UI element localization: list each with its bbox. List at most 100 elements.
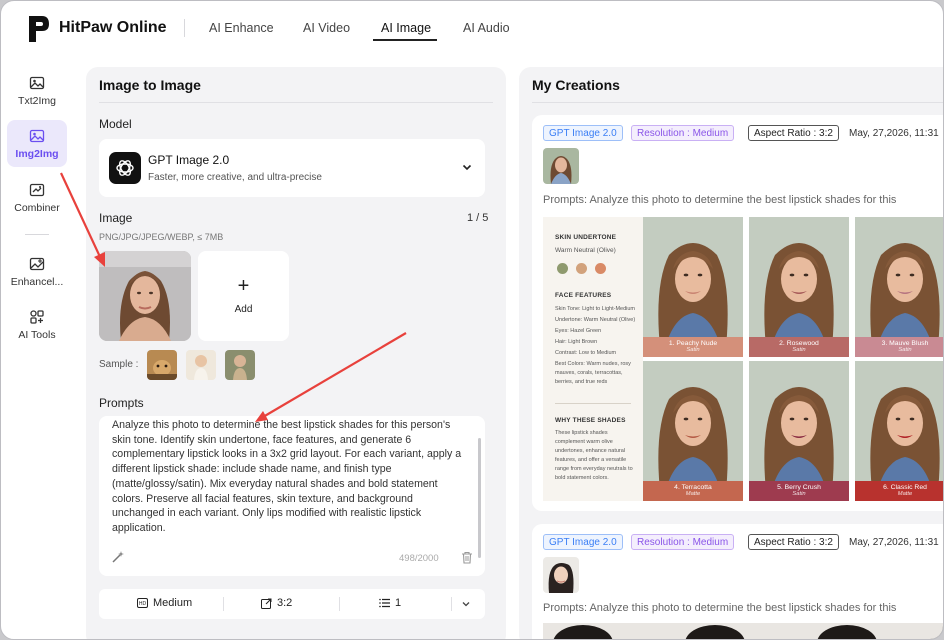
feature-line: Eyes: Hazel Green xyxy=(555,328,602,334)
aspect-ratio-selector[interactable]: 3:2 xyxy=(261,597,292,609)
source-thumbnail[interactable] xyxy=(543,557,579,593)
magic-wand-icon[interactable] xyxy=(111,550,125,564)
rail-item-ai-tools[interactable]: AI Tools xyxy=(7,309,67,349)
settings-divider xyxy=(339,597,340,611)
model-tag: GPT Image 2.0 xyxy=(543,125,623,141)
shade-name: 6. Classic Red xyxy=(883,484,927,491)
panel-title: Image to Image xyxy=(99,77,201,93)
nav-tab-ai-enhance[interactable]: AI Enhance xyxy=(209,21,274,35)
generated-result-image[interactable]: SKIN UNDERTONE Warm Neutral (Olive) FACE… xyxy=(543,217,943,501)
shade-finish: Satin xyxy=(792,491,806,497)
model-tag: GPT Image 2.0 xyxy=(543,534,623,550)
shade-name: 1. Peachy Nude xyxy=(668,340,718,347)
prompt-textarea[interactable]: Analyze this photo to determine the best… xyxy=(99,416,485,576)
aspect-ratio-tag: Aspect Ratio : 3:2 xyxy=(748,534,839,550)
info-divider xyxy=(555,403,631,404)
enhance-icon xyxy=(29,257,45,271)
source-thumbnail[interactable] xyxy=(543,148,579,184)
sample-image[interactable] xyxy=(147,350,177,380)
nav-tab-ai-image[interactable]: AI Image xyxy=(381,21,431,35)
settings-divider xyxy=(451,597,452,611)
openai-icon xyxy=(109,152,141,184)
portrait-image xyxy=(643,217,743,357)
shade-label: 1. Peachy Nude Satin xyxy=(643,337,743,357)
creations-title: My Creations xyxy=(532,77,620,93)
shade-label: 2. Rosewood Satin xyxy=(749,337,849,357)
shade-label: 3. Mauve Blush Satin xyxy=(855,337,943,357)
creations-divider xyxy=(532,102,943,103)
resolution-tag: Resolution : Medium xyxy=(631,534,735,550)
swatch-dot xyxy=(576,263,587,274)
why-heading: WHY THESE SHADES xyxy=(555,417,626,424)
shade-finish: Matte xyxy=(897,491,913,497)
undertone-heading: SKIN UNDERTONE xyxy=(555,234,617,241)
shade-finish: Satin xyxy=(792,347,806,353)
rail-item-txt2img[interactable]: Txt2Img xyxy=(7,75,67,115)
trash-icon[interactable] xyxy=(461,551,473,564)
sample-image[interactable] xyxy=(186,350,216,380)
generation-settings-bar: HD Medium 3:2 1 xyxy=(99,589,485,619)
model-name: GPT Image 2.0 xyxy=(148,153,230,167)
creation-date: May, 27,2026, 11:31 xyxy=(849,128,939,139)
undertone-value: Warm Neutral (Olive) xyxy=(555,247,616,254)
feature-line: Hair: Light Brown xyxy=(555,339,598,345)
feature-line: Contrast: Low to Medium xyxy=(555,350,617,356)
header-divider xyxy=(184,19,185,37)
rail-divider xyxy=(25,234,49,235)
panel-divider xyxy=(99,102,493,103)
swatch-dot xyxy=(557,263,568,274)
hd-icon: HD xyxy=(137,598,148,608)
feature-line: Best Colors: Warm nudes, rosy mauves, co… xyxy=(555,361,631,385)
model-label: Model xyxy=(99,117,132,131)
rail-item-combiner[interactable]: Combiner xyxy=(7,182,67,222)
portrait-image xyxy=(855,361,943,501)
nav-tab-ai-audio[interactable]: AI Audio xyxy=(463,21,510,35)
rail-label: Txt2Img xyxy=(18,95,56,107)
brand-name: HitPaw Online xyxy=(59,19,167,36)
image-count: 1 / 5 xyxy=(467,212,489,224)
shade-label: 4. Terracotta Matte xyxy=(643,481,743,501)
model-selector[interactable]: GPT Image 2.0 Faster, more creative, and… xyxy=(99,139,485,197)
aspect-ratio-icon xyxy=(261,598,272,609)
creation-prompt: Prompts: Analyze this photo to determine… xyxy=(543,602,897,614)
tools-icon xyxy=(30,310,44,324)
feature-line: Skin Tone: Light to Light-Medium xyxy=(555,306,635,312)
image-icon xyxy=(29,76,45,90)
quantity-selector[interactable]: 1 xyxy=(379,597,401,609)
quality-value: Medium xyxy=(153,597,193,609)
chevron-down-icon[interactable] xyxy=(461,599,471,609)
ratio-value: 3:2 xyxy=(277,597,293,609)
image-icon xyxy=(29,129,45,143)
quality-selector[interactable]: HD Medium xyxy=(137,597,192,609)
shade-name: 2. Rosewood xyxy=(779,340,819,347)
shade-cell: 4. Terracotta Matte xyxy=(643,361,743,501)
scrollbar[interactable] xyxy=(478,438,481,558)
shade-name: 4. Terracotta xyxy=(674,484,712,491)
nav-tab-ai-video[interactable]: AI Video xyxy=(303,21,350,35)
chevron-down-icon[interactable] xyxy=(461,161,473,173)
generated-result-image[interactable] xyxy=(543,623,943,639)
image-format-hint: PNG/JPG/JPEG/WEBP, ≤ 7MB xyxy=(99,232,224,242)
image-label: Image xyxy=(99,211,133,225)
analysis-column: SKIN UNDERTONE Warm Neutral (Olive) FACE… xyxy=(543,217,643,501)
uploaded-image[interactable] xyxy=(99,251,191,341)
sample-image[interactable] xyxy=(225,350,255,380)
resolution-tag: Resolution : Medium xyxy=(631,125,735,141)
feature-line: Undertone: Warm Neutral (Olive) xyxy=(555,317,636,323)
rail-label: Enhancel... xyxy=(10,276,64,288)
shade-cell: 1. Peachy Nude Satin xyxy=(643,217,743,357)
shade-name: 3. Mauve Blush xyxy=(881,340,929,347)
why-text: These lipstick shades complement warm ol… xyxy=(555,430,633,481)
settings-divider xyxy=(223,597,224,611)
shade-cell: 3. Mauve Blush Satin xyxy=(855,217,943,357)
sample-label: Sample : xyxy=(99,359,139,370)
hitpaw-logo[interactable] xyxy=(27,14,51,44)
rail-item-enhance[interactable]: Enhancel... xyxy=(7,256,67,296)
shade-label: 6. Classic Red Matte xyxy=(855,481,943,501)
top-bar: HitPaw Online AI Enhance AI Video AI Ima… xyxy=(1,1,943,55)
rail-label: Img2Img xyxy=(15,148,59,160)
add-image-button[interactable]: + Add xyxy=(198,251,289,341)
aspect-ratio-tag: Aspect Ratio : 3:2 xyxy=(748,125,839,141)
rail-item-img2img[interactable]: Img2Img xyxy=(7,120,67,167)
add-label: Add xyxy=(234,304,253,315)
